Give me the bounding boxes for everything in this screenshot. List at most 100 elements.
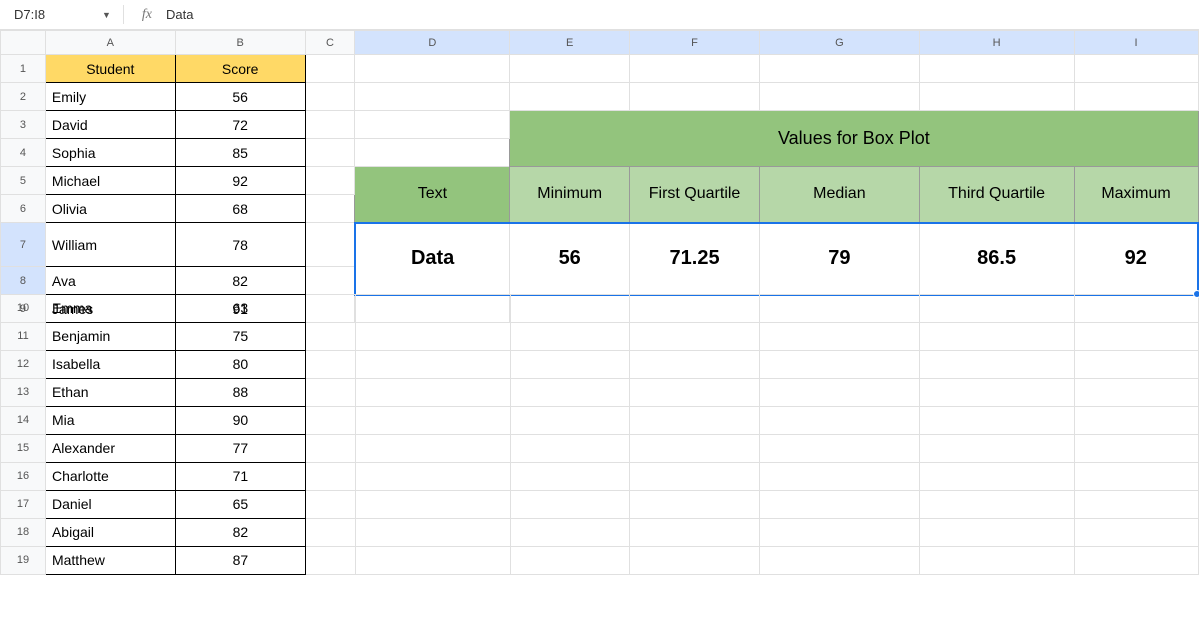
cell-E10[interactable] xyxy=(510,294,630,322)
cell-E15[interactable] xyxy=(510,434,630,462)
col-header-A[interactable]: A xyxy=(45,31,175,55)
cell-I7[interactable]: 92 xyxy=(1074,223,1198,295)
col-header-C[interactable]: C xyxy=(305,31,355,55)
cell-F14[interactable] xyxy=(630,406,760,434)
col-header-G[interactable]: G xyxy=(759,31,919,55)
cell-E12[interactable] xyxy=(510,350,630,378)
cell-D4[interactable] xyxy=(355,139,510,167)
cell-C19[interactable] xyxy=(305,546,355,574)
cell-E16[interactable] xyxy=(510,462,630,490)
cell-F5[interactable]: First Quartile xyxy=(630,167,760,223)
cell-B14[interactable]: 90 xyxy=(175,406,305,434)
cell-B4[interactable]: 85 xyxy=(175,139,305,167)
cell-G14[interactable] xyxy=(760,406,920,434)
cell-H7[interactable]: 86.5 xyxy=(919,223,1074,295)
row-header-7[interactable]: 7 xyxy=(1,223,46,267)
cell-A11[interactable]: Benjamin xyxy=(45,322,175,350)
cell-C17[interactable] xyxy=(305,490,355,518)
cell-G15[interactable] xyxy=(760,434,920,462)
cell-F15[interactable] xyxy=(630,434,760,462)
cell-H13[interactable] xyxy=(920,378,1075,406)
cell-C8[interactable] xyxy=(305,267,355,295)
cell-F13[interactable] xyxy=(630,378,760,406)
cell-F17[interactable] xyxy=(630,490,760,518)
cell-B16[interactable]: 71 xyxy=(175,462,305,490)
cell-G13[interactable] xyxy=(760,378,920,406)
cell-C15[interactable] xyxy=(305,434,355,462)
cell-A6[interactable]: Olivia xyxy=(45,195,175,223)
cell-D18[interactable] xyxy=(355,518,510,546)
cell-A1[interactable]: Student xyxy=(45,55,175,83)
cell-C3[interactable] xyxy=(305,111,355,139)
cell-B18[interactable]: 82 xyxy=(175,518,305,546)
cell-A13[interactable]: Ethan xyxy=(45,378,175,406)
cell-D10[interactable] xyxy=(355,294,510,322)
cell-F18[interactable] xyxy=(630,518,760,546)
cell-I18[interactable] xyxy=(1075,518,1199,546)
cell-D2[interactable] xyxy=(355,83,510,111)
cell-C10[interactable] xyxy=(305,294,355,322)
cell-A18[interactable]: Abigail xyxy=(45,518,175,546)
cell-D14[interactable] xyxy=(355,406,510,434)
cell-H1[interactable] xyxy=(919,55,1074,83)
cell-E14[interactable] xyxy=(510,406,630,434)
cell-C7[interactable] xyxy=(305,223,355,267)
cell-C13[interactable] xyxy=(305,378,355,406)
cell-G5[interactable]: Median xyxy=(759,167,919,223)
cell-E19[interactable] xyxy=(510,546,630,574)
row-header-6[interactable]: 6 xyxy=(1,195,46,223)
cell-F16[interactable] xyxy=(630,462,760,490)
cell-B5[interactable]: 92 xyxy=(175,167,305,195)
cell-A15[interactable]: Alexander xyxy=(45,434,175,462)
cell-D5[interactable]: Text xyxy=(355,167,510,223)
cell-F2[interactable] xyxy=(630,83,760,111)
cell-C14[interactable] xyxy=(305,406,355,434)
cell-E13[interactable] xyxy=(510,378,630,406)
cell-H17[interactable] xyxy=(920,490,1075,518)
cell-F12[interactable] xyxy=(630,350,760,378)
cell-I16[interactable] xyxy=(1075,462,1199,490)
selection-handle[interactable] xyxy=(1193,290,1199,298)
cell-B10[interactable]: 63 xyxy=(175,294,305,322)
cell-D15[interactable] xyxy=(355,434,510,462)
cell-E11[interactable] xyxy=(510,322,630,350)
cell-B3[interactable]: 72 xyxy=(175,111,305,139)
row-header-8[interactable]: 8 xyxy=(1,267,46,295)
row-header-11[interactable]: 11 xyxy=(1,322,46,350)
cell-B15[interactable]: 77 xyxy=(175,434,305,462)
formula-input[interactable] xyxy=(162,5,1191,24)
col-header-H[interactable]: H xyxy=(919,31,1074,55)
cell-E17[interactable] xyxy=(510,490,630,518)
cell-I17[interactable] xyxy=(1075,490,1199,518)
cell-C5[interactable] xyxy=(305,167,355,195)
row-header-18[interactable]: 18 xyxy=(1,518,46,546)
cell-D16[interactable] xyxy=(355,462,510,490)
cell-C12[interactable] xyxy=(305,350,355,378)
cell-D19[interactable] xyxy=(355,546,510,574)
cell-G11[interactable] xyxy=(760,322,920,350)
cell-A19[interactable]: Matthew xyxy=(45,546,175,574)
row-header-15[interactable]: 15 xyxy=(1,434,46,462)
cell-C11[interactable] xyxy=(305,322,355,350)
cell-H18[interactable] xyxy=(920,518,1075,546)
cell-F10[interactable] xyxy=(630,294,760,322)
row-header-19[interactable]: 19 xyxy=(1,546,46,574)
col-header-D[interactable]: D xyxy=(355,31,510,55)
cell-C4[interactable] xyxy=(305,139,355,167)
row-header-5[interactable]: 5 xyxy=(1,167,46,195)
row-header-16[interactable]: 16 xyxy=(1,462,46,490)
cell-B13[interactable]: 88 xyxy=(175,378,305,406)
cell-E7[interactable]: 56 xyxy=(510,223,630,295)
cell-H14[interactable] xyxy=(920,406,1075,434)
cell-I14[interactable] xyxy=(1075,406,1199,434)
cell-G1[interactable] xyxy=(759,55,919,83)
cell-F7[interactable]: 71.25 xyxy=(630,223,760,295)
cell-I1[interactable] xyxy=(1074,55,1198,83)
cell-H2[interactable] xyxy=(919,83,1074,111)
row-header-14[interactable]: 14 xyxy=(1,406,46,434)
cell-H12[interactable] xyxy=(920,350,1075,378)
cell-C6[interactable] xyxy=(305,195,355,223)
cell-G19[interactable] xyxy=(760,546,920,574)
col-header-E[interactable]: E xyxy=(510,31,630,55)
cell-B2[interactable]: 56 xyxy=(175,83,305,111)
